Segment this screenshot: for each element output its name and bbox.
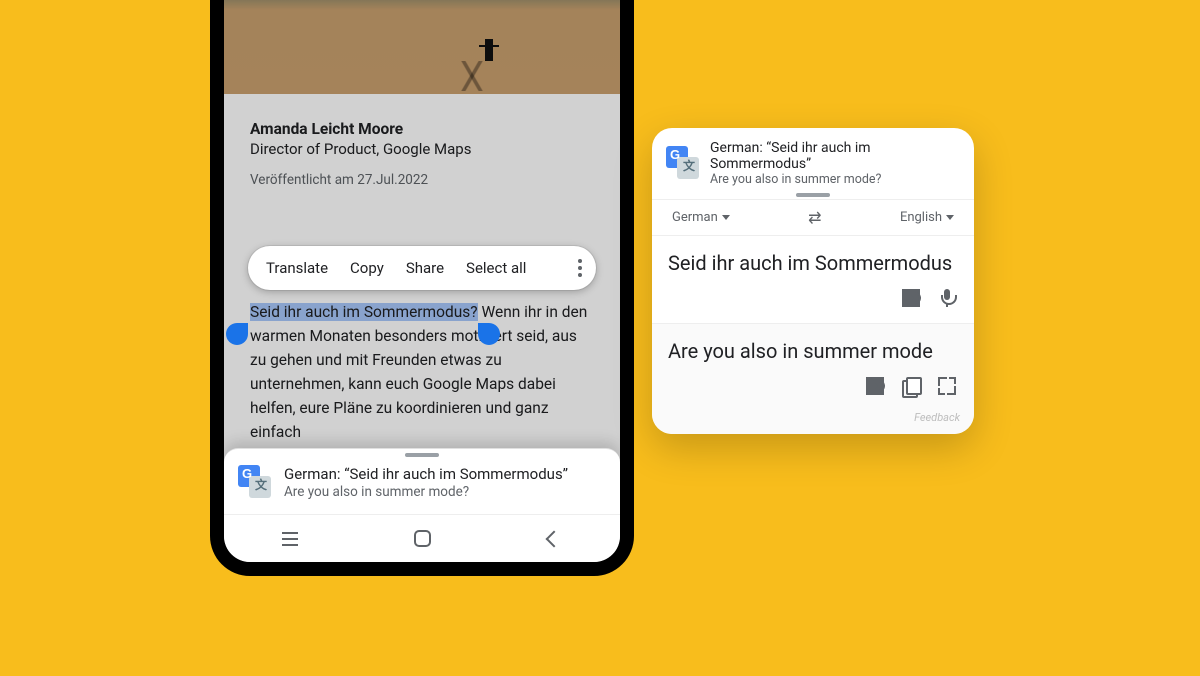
swap-languages-icon[interactable]: ⇄ [808,208,821,227]
text-selection-toolbar: Translate Copy Share Select all [248,246,596,290]
body-rest[interactable]: Wenn ihr in den warmen Monaten besonders… [250,303,587,441]
author-name: Amanda Leicht Moore [250,120,594,138]
drag-handle-icon[interactable] [796,193,830,197]
feedback-link[interactable]: Feedback [652,411,974,434]
mic-icon[interactable] [938,289,956,307]
target-text: Are you also in summer mode [668,338,958,365]
source-pane: Seid ihr auch im Sommermodus [652,236,974,323]
phone-frame: Amanda Leicht Moore Director of Product,… [210,0,634,576]
translate-app-icon: G文 [238,465,272,499]
selection-handle-end[interactable] [478,323,500,345]
article-body[interactable]: Seid ihr auch im Sommermodus? Wenn ihr i… [250,300,594,444]
nav-back-icon[interactable] [543,528,565,550]
target-language-label: English [900,210,942,225]
target-language-selector[interactable]: English [900,210,954,225]
author-role: Director of Product, Google Maps [250,140,594,158]
selected-text[interactable]: Seid ihr auch im Sommermodus? [250,303,478,321]
share-button[interactable]: Share [406,259,444,277]
fullscreen-icon[interactable] [938,377,956,395]
article-meta: Amanda Leicht Moore Director of Product,… [224,94,620,188]
publish-date: Veröffentlicht am 27.Jul.2022 [250,172,594,188]
banner-subtitle: Are you also in summer mode? [284,484,606,500]
selection-handle-start[interactable] [226,323,248,345]
speaker-icon[interactable] [866,377,884,395]
language-bar: German ⇄ English [652,199,974,236]
source-text[interactable]: Seid ihr auch im Sommermodus [668,250,958,277]
speaker-icon[interactable] [902,289,920,307]
source-language-selector[interactable]: German [672,210,730,225]
article-hero-image [224,0,620,94]
chevron-down-icon [722,215,730,220]
translate-banner[interactable]: G文 German: “Seid ihr auch im Sommermodus… [224,448,620,514]
select-all-button[interactable]: Select all [466,259,526,277]
popup-title: German: “Seid ihr auch im Sommermodus” [710,140,960,172]
popup-subtitle: Are you also in summer mode? [710,172,960,187]
copy-icon[interactable] [902,377,920,395]
drag-handle-icon[interactable] [405,453,439,457]
system-nav-bar [224,514,620,562]
chevron-down-icon [946,215,954,220]
translate-app-icon: G文 [666,146,700,180]
target-pane: Are you also in summer mode [652,323,974,411]
phone-screen: Amanda Leicht Moore Director of Product,… [224,0,620,562]
banner-title: German: “Seid ihr auch im Sommermodus” [284,465,606,483]
nav-recents-icon[interactable] [279,528,301,550]
more-options-icon[interactable] [578,259,582,277]
translate-button[interactable]: Translate [266,259,328,277]
translate-popup: G文 German: “Seid ihr auch im Sommermodus… [652,128,974,434]
nav-home-icon[interactable] [411,528,433,550]
source-language-label: German [672,210,718,225]
translate-popup-header[interactable]: G文 German: “Seid ihr auch im Sommermodus… [652,128,974,199]
copy-button[interactable]: Copy [350,259,384,277]
